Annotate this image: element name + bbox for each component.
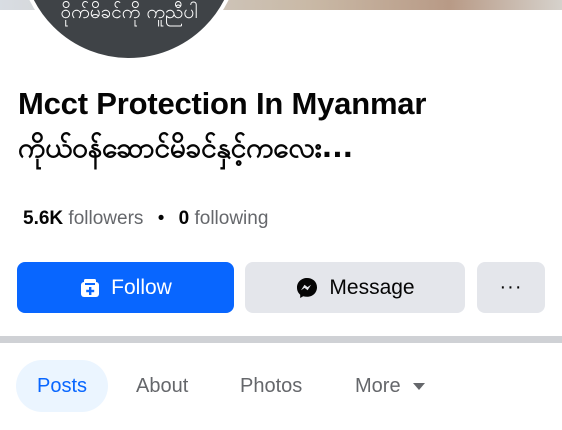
messenger-icon	[297, 277, 318, 298]
tab-posts[interactable]: Posts	[16, 360, 108, 412]
followers-count[interactable]: 5.6K	[23, 208, 63, 229]
caret-down-icon	[412, 382, 425, 390]
tab-about-label: About	[136, 374, 189, 397]
follow-page-icon	[81, 278, 100, 297]
action-bar: Follow Message ···	[17, 262, 545, 314]
follow-label: Follow	[111, 275, 172, 299]
follow-stats: 5.6K followers • 0 following	[23, 208, 268, 230]
more-dots-icon: ···	[499, 276, 523, 298]
tab-posts-label: Posts	[36, 374, 88, 397]
tab-photos-label: Photos	[240, 374, 303, 397]
page-name-line2: ကိုယ်ဝန်ဆောင်မိခင်နှင့်ကလေး...	[18, 131, 353, 164]
tab-photos[interactable]: Photos	[240, 360, 302, 412]
more-options-button[interactable]: ···	[477, 262, 545, 313]
section-divider	[0, 336, 562, 343]
tab-more-label: More	[355, 374, 401, 397]
page-name-line1: Mcct Protection In Myanmar	[18, 86, 427, 121]
tab-more[interactable]: More	[355, 360, 425, 412]
message-label: Message	[329, 275, 415, 299]
profile-avatar[interactable]: ဝိုက်မိခင်ကို ကူညီပါ	[18, 0, 240, 62]
following-count[interactable]: 0	[179, 208, 190, 229]
stats-separator: •	[157, 208, 165, 229]
page-title: Mcct Protection In Myanmar ကိုယ်ဝန်ဆောင်…	[18, 84, 548, 172]
message-button[interactable]: Message	[245, 262, 465, 313]
follow-button[interactable]: Follow	[17, 262, 234, 313]
tab-about[interactable]: About	[136, 360, 188, 412]
followers-label[interactable]: followers	[68, 208, 143, 229]
avatar-caption: ဝိုက်မိခင်ကို ကူညီပါ	[60, 1, 198, 23]
following-label[interactable]: following	[194, 208, 268, 229]
